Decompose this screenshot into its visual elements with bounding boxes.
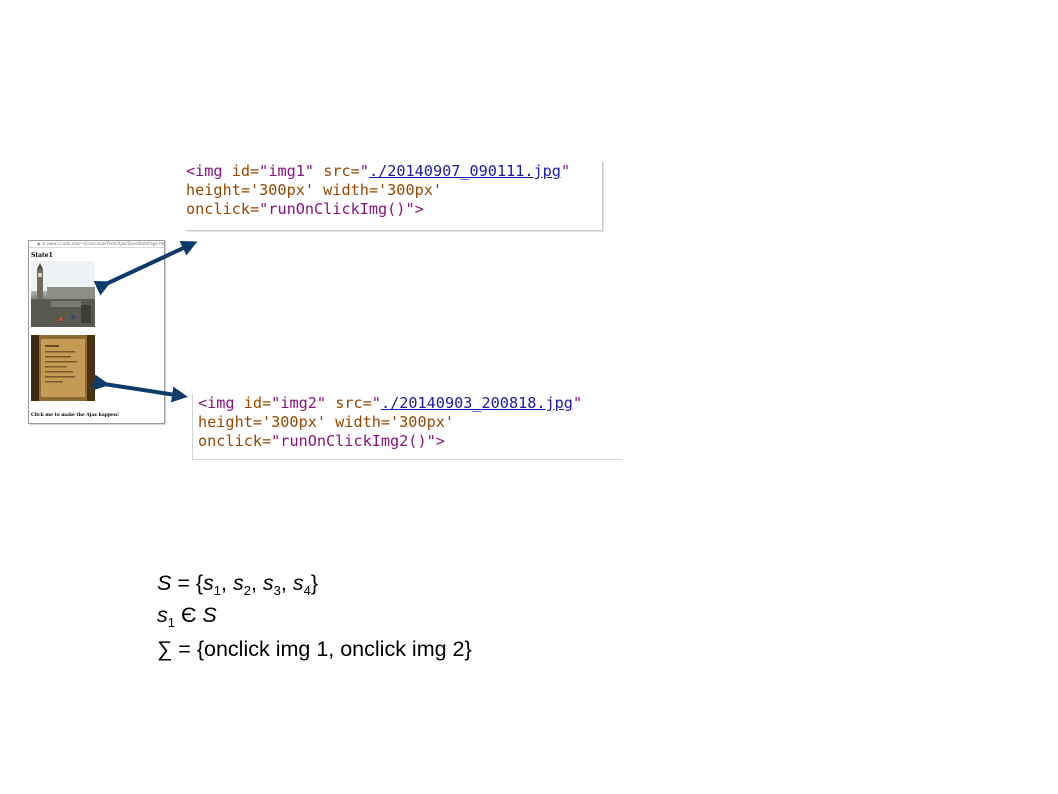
element-of-symbol: Є <box>174 603 203 627</box>
state-symbol: s <box>292 571 304 595</box>
state-symbol: s <box>232 571 244 595</box>
subscript: 2 <box>243 583 251 598</box>
set-s: S <box>157 571 172 595</box>
states-set-equation: S = {s1, s2, s3, s4} <box>157 570 319 598</box>
arrow-img2-to-code2 <box>92 374 188 403</box>
comma: , <box>280 571 293 595</box>
subscript: 1 <box>213 583 222 598</box>
subscript: 1 <box>167 615 175 630</box>
comma: , <box>221 571 233 595</box>
events-set-equation: ∑ = {onclick img 1, onclick img 2} <box>157 637 472 661</box>
subscript: 4 <box>303 583 311 598</box>
state-symbol: s <box>157 603 168 627</box>
arrow-img1-to-code1 <box>93 240 198 296</box>
state-symbol: s <box>203 571 214 595</box>
comma: , <box>250 571 263 595</box>
subscript: 3 <box>273 583 281 598</box>
connector-arrows <box>92 240 198 403</box>
set-s: S <box>202 603 217 627</box>
equals-brace: = { <box>171 571 204 595</box>
state-symbol: s <box>262 571 274 595</box>
close-brace: } <box>310 571 319 595</box>
initial-state-equation: s1 Є S <box>157 602 217 630</box>
